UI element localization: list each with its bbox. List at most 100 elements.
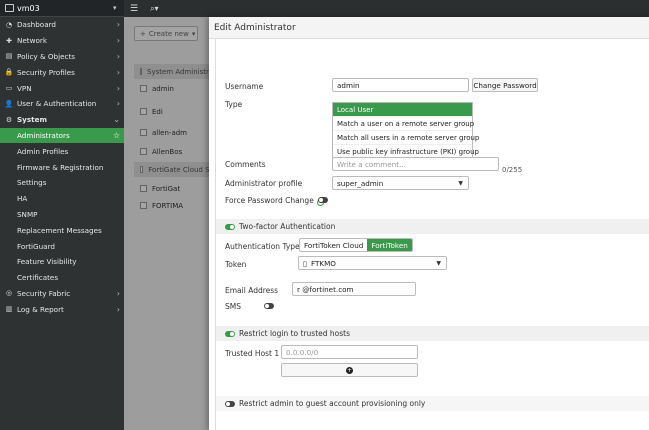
sidebar-item-label: Dashboard [17, 20, 56, 30]
sidebar-item-label: Policy & Objects [17, 51, 76, 61]
sidebar-item-label: Settings [17, 178, 47, 188]
sidebar-item-policy-objects[interactable]: ▤ Policy & Objects › [0, 49, 124, 65]
trusted-hosts-toggle[interactable] [225, 330, 235, 337]
type-option-remote-group[interactable]: Match all users in a remote server group [333, 131, 479, 145]
sidebar-item-log-report[interactable]: ▥ Log & Report › [0, 301, 124, 317]
sidebar-item-label: Firmware & Registration [17, 162, 104, 172]
lock-icon: 🔒 [4, 68, 14, 77]
type-label: Type [225, 100, 243, 109]
type-dropdown: Local User Match a user on a remote serv… [332, 102, 479, 160]
sidebar-item-label: Administrators [17, 130, 70, 140]
sidebar-item-label: Certificates [17, 273, 59, 283]
chevron-down-icon: ▾ [113, 4, 117, 12]
chevron-right-icon: › [116, 67, 120, 77]
sidebar-item-label: Admin Profiles [17, 146, 69, 156]
trusted-hosts-section: Restrict login to trusted hosts [216, 326, 649, 341]
sidebar-item-label: Security Profiles [17, 67, 75, 77]
plus-circle-icon: + [346, 366, 353, 374]
sidebar-item-dashboard[interactable]: ◔ Dashboard › [0, 17, 124, 33]
sms-toggle[interactable] [264, 303, 274, 309]
sidebar-subitem-settings[interactable]: Settings [0, 175, 124, 191]
username-label: Username [225, 82, 264, 91]
star-icon[interactable]: ☆ [113, 131, 120, 140]
sidebar-item-label: Replacement Messages [17, 225, 102, 235]
fabric-icon: ◎ [5, 289, 13, 298]
dialog-body: Username admin Change Password Type Loca… [215, 39, 649, 430]
sidebar-item-label: User & Authentication [17, 99, 97, 109]
comments-counter: 0/255 [502, 166, 523, 174]
sidebar-subitem-ha[interactable]: HA [0, 191, 124, 207]
sidebar-subitem-fortiguard[interactable]: FortiGuard [0, 238, 124, 254]
auth-type-fortitoken-cloud[interactable]: FortiToken Cloud [300, 239, 367, 251]
sidebar-item-network[interactable]: ✚ Network › [0, 33, 124, 49]
device-header[interactable]: vm03 ▾ [0, 0, 124, 17]
chevron-right-icon: › [116, 36, 120, 46]
sms-label: SMS [225, 302, 241, 311]
authentication-type-label: Authentication Type [225, 242, 300, 251]
token-label: Token [225, 260, 247, 269]
top-bar: ☰ ⌕▾ [124, 0, 649, 17]
dashboard-icon: ◔ [5, 20, 13, 29]
sidebar: vm03 ▾ ◔ Dashboard › ✚ Network › ▤ Policy & Obj… [0, 0, 124, 430]
chevron-right-icon: › [116, 304, 120, 314]
sidebar-subitem-replacement-messages[interactable]: Replacement Messages [0, 222, 124, 238]
type-option-local-user[interactable]: Local User [333, 103, 472, 117]
force-password-change-toggle[interactable] [318, 197, 328, 203]
chevron-down-icon: ⌄ [113, 115, 120, 125]
sidebar-subitem-admin-profiles[interactable]: Admin Profiles [0, 143, 124, 159]
gear-icon: ⚙ [5, 115, 13, 124]
authentication-type-toggle: FortiToken Cloud FortiToken [299, 238, 413, 252]
sidebar-item-user-authentication[interactable]: 👤 User & Authentication › [0, 96, 124, 112]
sidebar-item-label: HA [17, 194, 28, 204]
sidebar-subitem-administrators[interactable]: Administrators ☆ [0, 127, 124, 144]
trusted-host-input[interactable]: 0.0.0.0/0 [281, 345, 418, 359]
admin-profile-label: Administrator profile [225, 179, 303, 188]
menu-toggle-icon[interactable]: ☰ [130, 4, 138, 14]
sidebar-item-security-profiles[interactable]: 🔒 Security Profiles › [0, 64, 124, 80]
device-icon [5, 4, 14, 12]
force-password-change-label: Force Password Changei [225, 196, 324, 206]
sidebar-subitem-firmware-registration[interactable]: Firmware & Registration [0, 159, 124, 175]
chevron-right-icon: › [116, 83, 120, 93]
sidebar-subitem-certificates[interactable]: Certificates [0, 270, 124, 286]
dialog-title: Edit Administrator [209, 17, 649, 39]
sidebar-item-label: System [17, 115, 47, 125]
auth-type-fortitoken[interactable]: FortiToken [367, 239, 412, 251]
two-factor-toggle[interactable] [225, 223, 235, 230]
change-password-button[interactable]: Change Password [472, 78, 538, 92]
sidebar-item-label: FortiGuard [17, 241, 55, 251]
policy-icon: ▤ [5, 52, 13, 61]
search-icon[interactable]: ⌕▾ [150, 4, 159, 14]
sidebar-item-label: Log & Report [17, 304, 64, 314]
sidebar-menu: ◔ Dashboard › ✚ Network › ▤ Policy & Objects › 🔒 S… [0, 17, 124, 317]
email-input[interactable]: r @fortinet.com [292, 282, 416, 296]
edit-administrator-dialog: Edit Administrator Username admin Change… [209, 17, 649, 430]
sidebar-item-system[interactable]: ⚙ System ⌄ [0, 112, 124, 128]
admin-profile-select[interactable]: super_admin ▼ [332, 176, 469, 190]
trusted-host-label: Trusted Host 1 [225, 349, 280, 358]
sidebar-subitem-feature-visibility[interactable]: Feature Visibility [0, 254, 124, 270]
username-input[interactable]: admin [332, 78, 469, 92]
sidebar-item-label: Security Fabric [17, 288, 71, 298]
type-option-remote-user[interactable]: Match a user on a remote server group [333, 117, 474, 131]
sidebar-item-vpn[interactable]: ▭ VPN › [0, 80, 124, 96]
chevron-right-icon: › [116, 51, 120, 61]
sidebar-subitem-snmp[interactable]: SNMP [0, 207, 124, 223]
monitor-icon: ▭ [5, 84, 13, 93]
sidebar-item-label: VPN [17, 83, 32, 93]
mobile-icon: ▯ [303, 258, 307, 268]
add-trusted-host-button[interactable]: + [281, 363, 418, 377]
comments-label: Comments [225, 160, 266, 169]
chevron-right-icon: › [116, 288, 120, 298]
guest-provisioning-section: Restrict admin to guest account provisio… [216, 396, 649, 411]
sidebar-item-label: SNMP [17, 209, 38, 219]
sidebar-item-security-fabric[interactable]: ◎ Security Fabric › [0, 286, 124, 302]
chart-icon: ▥ [5, 305, 13, 314]
comments-input[interactable]: Write a comment... [332, 157, 499, 171]
token-select[interactable]: ▯ FTKMO ▼ [298, 256, 447, 270]
guest-provisioning-toggle[interactable] [225, 400, 235, 407]
caret-down-icon: ▼ [458, 179, 463, 187]
sidebar-item-label: Feature Visibility [17, 257, 77, 267]
caret-down-icon: ▼ [436, 259, 441, 267]
user-icon: 👤 [4, 99, 14, 108]
